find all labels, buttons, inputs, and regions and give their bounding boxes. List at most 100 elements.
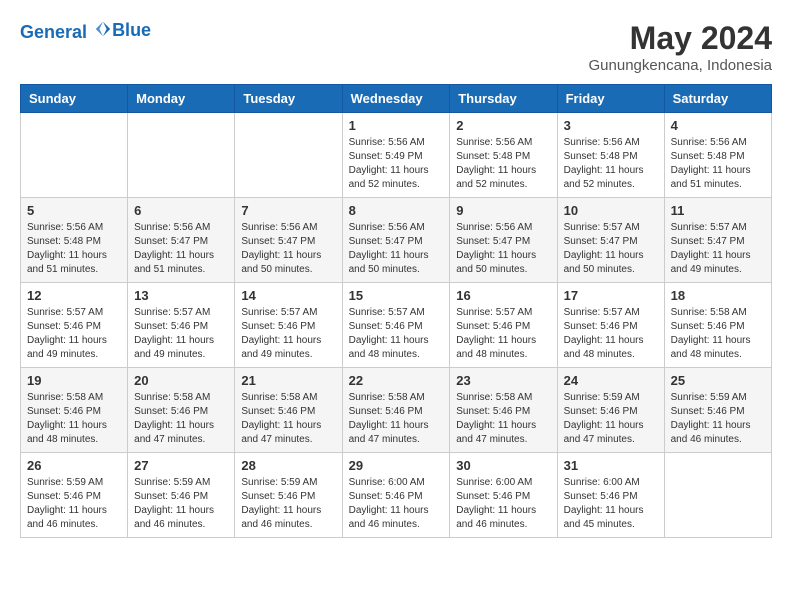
calendar-cell: 29Sunrise: 6:00 AM Sunset: 5:46 PM Dayli…	[342, 453, 450, 538]
day-number: 7	[241, 203, 335, 218]
calendar-body: 1 Sunrise: 5:56 AM Sunset: 5:49 PM Daylig…	[21, 113, 772, 538]
day-info: Sunrise: 5:57 AM Sunset: 5:46 PM Dayligh…	[241, 306, 335, 362]
day-info: Sunrise: 5:56 AM Sunset: 5:48 PM Dayligh…	[564, 136, 658, 192]
day-info: Sunrise: 5:59 AM Sunset: 5:46 PM Dayligh…	[671, 391, 765, 447]
day-number: 22	[349, 373, 444, 388]
day-info: Sunrise: 5:58 AM Sunset: 5:46 PM Dayligh…	[456, 391, 550, 447]
day-info: Sunrise: 5:56 AM Sunset: 5:47 PM Dayligh…	[134, 221, 228, 277]
logo-text: General	[20, 20, 112, 44]
calendar-cell: 11 Sunrise: 5:57 AM Sunset: 5:47 PM Dayli…	[664, 198, 771, 283]
calendar-header-row: SundayMondayTuesdayWednesdayThursdayFrid…	[21, 85, 772, 113]
day-number: 5	[27, 203, 121, 218]
day-number: 12	[27, 288, 121, 303]
calendar-week-3: 12 Sunrise: 5:57 AM Sunset: 5:46 PM Dayli…	[21, 283, 772, 368]
weekday-header-monday: Monday	[128, 85, 235, 113]
day-number: 30	[456, 458, 550, 473]
day-info: Sunrise: 5:59 AM Sunset: 5:46 PM Dayligh…	[241, 476, 335, 532]
day-number: 15	[349, 288, 444, 303]
day-info: Sunrise: 6:00 AM Sunset: 5:46 PM Dayligh…	[564, 476, 658, 532]
day-number: 1	[349, 118, 444, 133]
calendar-cell	[128, 113, 235, 198]
calendar-cell	[664, 453, 771, 538]
day-info: Sunrise: 5:56 AM Sunset: 5:47 PM Dayligh…	[241, 221, 335, 277]
day-number: 13	[134, 288, 228, 303]
calendar-cell: 9Sunrise: 5:56 AM Sunset: 5:47 PM Daylig…	[450, 198, 557, 283]
day-number: 29	[349, 458, 444, 473]
calendar-cell: 20 Sunrise: 5:58 AM Sunset: 5:46 PM Dayli…	[128, 368, 235, 453]
day-number: 8	[349, 203, 444, 218]
day-info: Sunrise: 5:57 AM Sunset: 5:46 PM Dayligh…	[456, 306, 550, 362]
day-info: Sunrise: 5:58 AM Sunset: 5:46 PM Dayligh…	[27, 391, 121, 447]
day-number: 31	[564, 458, 658, 473]
calendar-cell: 23Sunrise: 5:58 AM Sunset: 5:46 PM Dayli…	[450, 368, 557, 453]
day-number: 28	[241, 458, 335, 473]
calendar-cell: 22 Sunrise: 5:58 AM Sunset: 5:46 PM Dayli…	[342, 368, 450, 453]
day-number: 21	[241, 373, 335, 388]
weekday-header-saturday: Saturday	[664, 85, 771, 113]
calendar-cell: 21 Sunrise: 5:58 AM Sunset: 5:46 PM Dayli…	[235, 368, 342, 453]
calendar-cell: 17 Sunrise: 5:57 AM Sunset: 5:46 PM Dayli…	[557, 283, 664, 368]
day-info: Sunrise: 5:56 AM Sunset: 5:49 PM Dayligh…	[349, 136, 444, 192]
page-header: General Blue May 2024 Gunungkencana, Ind…	[20, 20, 772, 74]
calendar-cell: 28 Sunrise: 5:59 AM Sunset: 5:46 PM Dayli…	[235, 453, 342, 538]
weekday-header-sunday: Sunday	[21, 85, 128, 113]
day-info: Sunrise: 5:57 AM Sunset: 5:47 PM Dayligh…	[564, 221, 658, 277]
day-number: 17	[564, 288, 658, 303]
day-info: Sunrise: 5:58 AM Sunset: 5:46 PM Dayligh…	[349, 391, 444, 447]
calendar-cell: 27 Sunrise: 5:59 AM Sunset: 5:46 PM Dayli…	[128, 453, 235, 538]
day-number: 9	[456, 203, 550, 218]
day-info: Sunrise: 5:57 AM Sunset: 5:46 PM Dayligh…	[349, 306, 444, 362]
day-number: 10	[564, 203, 658, 218]
day-number: 25	[671, 373, 765, 388]
day-number: 3	[564, 118, 658, 133]
calendar-table: SundayMondayTuesdayWednesdayThursdayFrid…	[20, 84, 772, 538]
calendar-cell: 26Sunrise: 5:59 AM Sunset: 5:46 PM Dayli…	[21, 453, 128, 538]
calendar-cell: 5 Sunrise: 5:56 AM Sunset: 5:48 PM Daylig…	[21, 198, 128, 283]
calendar-cell: 30 Sunrise: 6:00 AM Sunset: 5:46 PM Dayli…	[450, 453, 557, 538]
day-number: 6	[134, 203, 228, 218]
calendar-cell: 8Sunrise: 5:56 AM Sunset: 5:47 PM Daylig…	[342, 198, 450, 283]
day-info: Sunrise: 6:00 AM Sunset: 5:46 PM Dayligh…	[456, 476, 550, 532]
calendar-cell: 18 Sunrise: 5:58 AM Sunset: 5:46 PM Dayli…	[664, 283, 771, 368]
day-number: 24	[564, 373, 658, 388]
day-info: Sunrise: 5:58 AM Sunset: 5:46 PM Dayligh…	[671, 306, 765, 362]
day-number: 26	[27, 458, 121, 473]
calendar-cell: 15 Sunrise: 5:57 AM Sunset: 5:46 PM Dayli…	[342, 283, 450, 368]
calendar-cell: 6 Sunrise: 5:56 AM Sunset: 5:47 PM Daylig…	[128, 198, 235, 283]
calendar-cell: 19 Sunrise: 5:58 AM Sunset: 5:46 PM Dayli…	[21, 368, 128, 453]
day-number: 4	[671, 118, 765, 133]
calendar-cell: 25 Sunrise: 5:59 AM Sunset: 5:46 PM Dayli…	[664, 368, 771, 453]
weekday-header-tuesday: Tuesday	[235, 85, 342, 113]
day-number: 2	[456, 118, 550, 133]
day-number: 20	[134, 373, 228, 388]
day-info: Sunrise: 5:56 AM Sunset: 5:48 PM Dayligh…	[671, 136, 765, 192]
calendar-week-5: 26 Sunrise: 5:59 AM Sunset: 5:46 PM Dayli…	[21, 453, 772, 538]
day-info: Sunrise: 5:57 AM Sunset: 5:47 PM Dayligh…	[671, 221, 765, 277]
day-number: 16	[456, 288, 550, 303]
calendar-cell: 12Sunrise: 5:57 AM Sunset: 5:46 PM Dayli…	[21, 283, 128, 368]
day-info: Sunrise: 5:59 AM Sunset: 5:46 PM Dayligh…	[134, 476, 228, 532]
day-info: Sunrise: 5:58 AM Sunset: 5:46 PM Dayligh…	[134, 391, 228, 447]
day-number: 11	[671, 203, 765, 218]
day-number: 19	[27, 373, 121, 388]
day-info: Sunrise: 5:57 AM Sunset: 5:46 PM Dayligh…	[564, 306, 658, 362]
day-number: 27	[134, 458, 228, 473]
calendar-cell: 7 Sunrise: 5:56 AM Sunset: 5:47 PM Daylig…	[235, 198, 342, 283]
weekday-header-friday: Friday	[557, 85, 664, 113]
logo: General Blue	[20, 20, 151, 44]
calendar-week-1: 1 Sunrise: 5:56 AM Sunset: 5:49 PM Daylig…	[21, 113, 772, 198]
day-info: Sunrise: 5:57 AM Sunset: 5:46 PM Dayligh…	[134, 306, 228, 362]
day-info: Sunrise: 5:59 AM Sunset: 5:46 PM Dayligh…	[564, 391, 658, 447]
weekday-header-wednesday: Wednesday	[342, 85, 450, 113]
calendar-cell: 4 Sunrise: 5:56 AM Sunset: 5:48 PM Daylig…	[664, 113, 771, 198]
calendar-cell	[235, 113, 342, 198]
day-number: 14	[241, 288, 335, 303]
day-info: Sunrise: 5:58 AM Sunset: 5:46 PM Dayligh…	[241, 391, 335, 447]
day-info: Sunrise: 5:56 AM Sunset: 5:48 PM Dayligh…	[27, 221, 121, 277]
calendar-cell: 24 Sunrise: 5:59 AM Sunset: 5:46 PM Dayli…	[557, 368, 664, 453]
calendar-cell: 10 Sunrise: 5:57 AM Sunset: 5:47 PM Dayli…	[557, 198, 664, 283]
title-section: May 2024 Gunungkencana, Indonesia	[589, 20, 772, 74]
day-number: 18	[671, 288, 765, 303]
calendar-cell: 16 Sunrise: 5:57 AM Sunset: 5:46 PM Dayli…	[450, 283, 557, 368]
calendar-cell	[21, 113, 128, 198]
